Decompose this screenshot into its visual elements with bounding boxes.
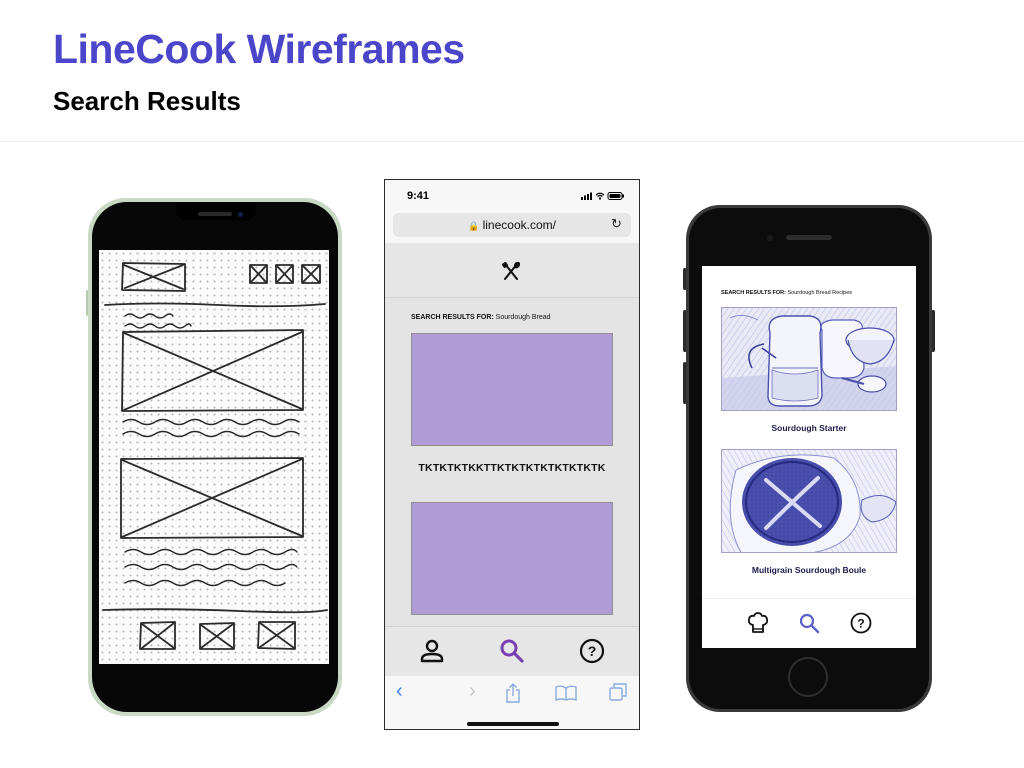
address-bar-text[interactable]: 🔒 linecook.com/ [385, 218, 639, 232]
browser-wireframe-phone: 9:41 🔒 linecook.com/ ↻ SEARCH RESULTS FO… [384, 179, 640, 730]
slide-title: LineCook Wireframes [53, 26, 465, 72]
utensils-logo-icon[interactable] [501, 262, 521, 282]
speaker [198, 212, 232, 216]
url-text: linecook.com/ [482, 218, 556, 232]
result-image-placeholder[interactable] [411, 502, 613, 615]
svg-text:?: ? [857, 617, 864, 631]
search-results-label: SEARCH RESULTS FOR: [411, 314, 494, 321]
sketch-header-icons [249, 264, 321, 284]
forward-icon[interactable]: › [469, 680, 476, 703]
user-icon[interactable] [419, 638, 445, 664]
help-icon[interactable]: ? [579, 638, 605, 664]
sketch-logo-placeholder [121, 262, 186, 292]
result-title[interactable]: Multigrain Sourdough Boule [702, 565, 916, 575]
svg-text:?: ? [588, 643, 597, 659]
phone-notch [176, 202, 256, 220]
hand-drawn-wireframe [102, 262, 328, 650]
jars-and-spoon-sketch [722, 308, 896, 410]
share-icon[interactable] [505, 683, 521, 703]
bread-loaf-sketch [722, 450, 896, 552]
bookmarks-icon[interactable] [555, 685, 577, 701]
lock-icon: 🔒 [468, 221, 480, 231]
home-indicator [467, 722, 559, 726]
search-results-heading: SEARCH RESULTS FOR: Sourdough Bread Reci… [721, 290, 852, 296]
result-image-placeholder[interactable] [411, 333, 613, 446]
search-query: Sourdough Bread Recipes [787, 290, 853, 296]
help-icon[interactable]: ? [850, 612, 872, 634]
camera [767, 235, 773, 241]
search-icon[interactable] [798, 612, 820, 634]
result-image[interactable] [721, 307, 897, 411]
search-icon[interactable] [499, 638, 525, 664]
sketch-bottom-nav [139, 621, 296, 650]
status-time: 9:41 [407, 190, 430, 202]
sketch-image-placeholder-2 [120, 457, 304, 539]
search-results-heading: SEARCH RESULTS FOR: Sourdough Bread [411, 314, 551, 321]
slide-subtitle: Search Results [53, 86, 241, 116]
search-query: Sourdough Bread [495, 314, 551, 321]
result-title[interactable]: TKTKTKTKKTTKTKTKTKTKTKTKTK [385, 462, 639, 474]
result-title[interactable]: Sourdough Starter [702, 423, 916, 433]
camera [238, 212, 243, 217]
tabs-icon[interactable] [609, 683, 627, 701]
back-icon[interactable]: ‹ [396, 680, 403, 703]
tab-bar-divider [702, 598, 916, 599]
chef-hat-icon[interactable] [747, 612, 769, 634]
status-indicators-icon [581, 192, 624, 200]
result-image[interactable] [721, 449, 897, 553]
search-results-label: SEARCH RESULTS FOR: [721, 290, 786, 296]
sketch-image-placeholder-1 [121, 329, 304, 412]
home-button[interactable] [788, 657, 828, 697]
speaker [786, 235, 832, 240]
header-divider [0, 141, 1024, 142]
reload-icon[interactable]: ↻ [611, 216, 622, 232]
